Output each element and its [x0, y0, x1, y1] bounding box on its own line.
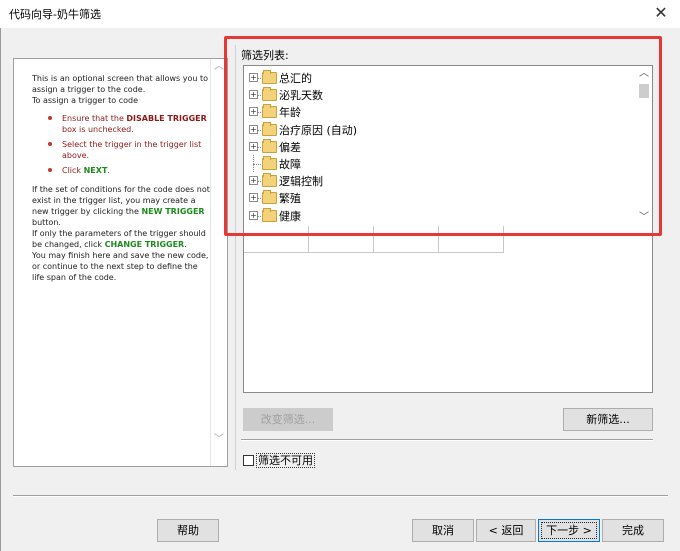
- help-step-1: Ensure that the DISABLE TRIGGER box is u…: [48, 113, 210, 135]
- cancel-button[interactable]: 取消: [412, 519, 474, 542]
- filter-tree-item[interactable]: + 总汇的: [244, 69, 636, 86]
- help-steps: Ensure that the DISABLE TRIGGER box is u…: [32, 113, 210, 176]
- folder-icon: [262, 70, 277, 84]
- scroll-down-icon[interactable]: ﹀: [636, 210, 652, 226]
- grid-cell: [374, 226, 439, 253]
- help-panel: This is an optional screen that allows y…: [13, 58, 228, 467]
- close-icon[interactable]: ✕: [650, 2, 672, 24]
- scroll-down-icon[interactable]: ﹀: [211, 432, 227, 448]
- window-title: 代码向导-奶牛筛选: [9, 8, 101, 21]
- help-intro: This is an optional screen that allows y…: [32, 73, 210, 106]
- help-text: This is an optional screen that allows y…: [32, 73, 210, 290]
- filter-tree-item[interactable]: + 偏差: [244, 138, 636, 155]
- keyword-next: NEXT: [83, 166, 108, 175]
- finish-button[interactable]: 完成: [602, 519, 664, 542]
- scroll-up-icon[interactable]: ︿: [211, 59, 227, 75]
- filter-separator: [241, 439, 653, 441]
- folder-icon: [262, 104, 277, 119]
- filter-tree-item[interactable]: + 健康: [244, 207, 636, 224]
- help-button[interactable]: 帮助: [157, 519, 219, 542]
- grid-cell: [309, 226, 374, 253]
- filter-tree-scrollbar[interactable]: ︿ ﹀: [636, 66, 652, 226]
- title-bar: 代码向导-奶牛筛选 ✕: [0, 0, 680, 28]
- filter-list-label: 筛选列表:: [241, 49, 289, 62]
- grid-cell: [244, 226, 309, 253]
- filter-tree-list: + 总汇的 + 泌乳天数 + 年龄 + 治疗原因 (自动) + 偏差故障 + 逻辑控制 + 繁殖 + 健康: [244, 66, 636, 226]
- window-left-edge: [0, 28, 1, 551]
- new-filter-button[interactable]: 新筛选...: [563, 408, 653, 431]
- disable-filter-label[interactable]: 筛选不可用: [256, 453, 315, 468]
- keyword-disable-trigger: DISABLE TRIGGER: [126, 114, 207, 123]
- folder-icon: [262, 173, 277, 188]
- filter-tree-item[interactable]: + 年龄: [244, 103, 636, 120]
- filter-tree-item-label: 总汇的: [279, 72, 312, 85]
- help-step-2: Select the trigger in the trigger list a…: [48, 139, 210, 161]
- change-filter-button[interactable]: 改变筛选...: [243, 408, 333, 431]
- filter-tree-item-label: 繁殖: [279, 192, 301, 206]
- tree-connector: [253, 164, 261, 165]
- help-para-new-trigger: If the set of conditions for the code do…: [32, 185, 210, 282]
- filter-tree-item-label: 健康: [279, 209, 301, 223]
- filter-tree-item-label: 年龄: [279, 106, 301, 120]
- filter-tree-item-label: 治疗原因 (自动): [279, 123, 358, 137]
- folder-icon: [262, 87, 277, 102]
- disable-filter-checkbox[interactable]: [243, 455, 254, 466]
- filter-tree-item-label: 故障: [279, 158, 301, 171]
- filter-tree-item[interactable]: + 治疗原因 (自动): [244, 121, 636, 138]
- wizard-window: 代码向导-奶牛筛选 ✕ This is an optional screen t…: [0, 0, 680, 551]
- keyword-change-trigger: CHANGE TRIGGER: [104, 240, 185, 249]
- folder-icon: [262, 207, 277, 222]
- help-step-3: Click NEXT.: [48, 165, 210, 176]
- help-scrollbar[interactable]: ︿ ﹀: [210, 59, 227, 466]
- folder-icon: [262, 156, 277, 170]
- filter-tree-item[interactable]: + 逻辑控制: [244, 172, 636, 189]
- filter-tree-item-label: 偏差: [279, 140, 301, 154]
- back-button[interactable]: < 返回: [476, 519, 536, 542]
- keyword-new-trigger: NEW TRIGGER: [141, 207, 205, 216]
- next-button[interactable]: 下一步 >: [538, 519, 600, 542]
- filter-tree[interactable]: + 总汇的 + 泌乳天数 + 年龄 + 治疗原因 (自动) + 偏差故障 + 逻辑控制 + 繁殖 + 健康 ︿…: [243, 65, 653, 393]
- help-intro-text-2: To assign a trigger to code: [32, 96, 138, 105]
- filter-tree-item[interactable]: + 泌乳天数: [244, 86, 636, 103]
- filter-tree-item-label: 逻辑控制: [279, 175, 323, 189]
- scroll-up-icon[interactable]: ︿: [636, 66, 652, 82]
- grid-cell: [439, 226, 504, 253]
- help-intro-text: This is an optional screen that allows y…: [32, 74, 208, 94]
- scroll-thumb[interactable]: [639, 84, 649, 98]
- footer-separator: [13, 495, 668, 497]
- filter-tree-item-label: 泌乳天数: [279, 89, 323, 103]
- folder-icon: [262, 138, 277, 153]
- filter-tree-item[interactable]: 故障: [244, 155, 636, 172]
- panel-divider: [235, 45, 236, 470]
- folder-icon: [262, 190, 277, 205]
- filter-tree-item[interactable]: + 繁殖: [244, 189, 636, 206]
- folder-icon: [262, 121, 277, 136]
